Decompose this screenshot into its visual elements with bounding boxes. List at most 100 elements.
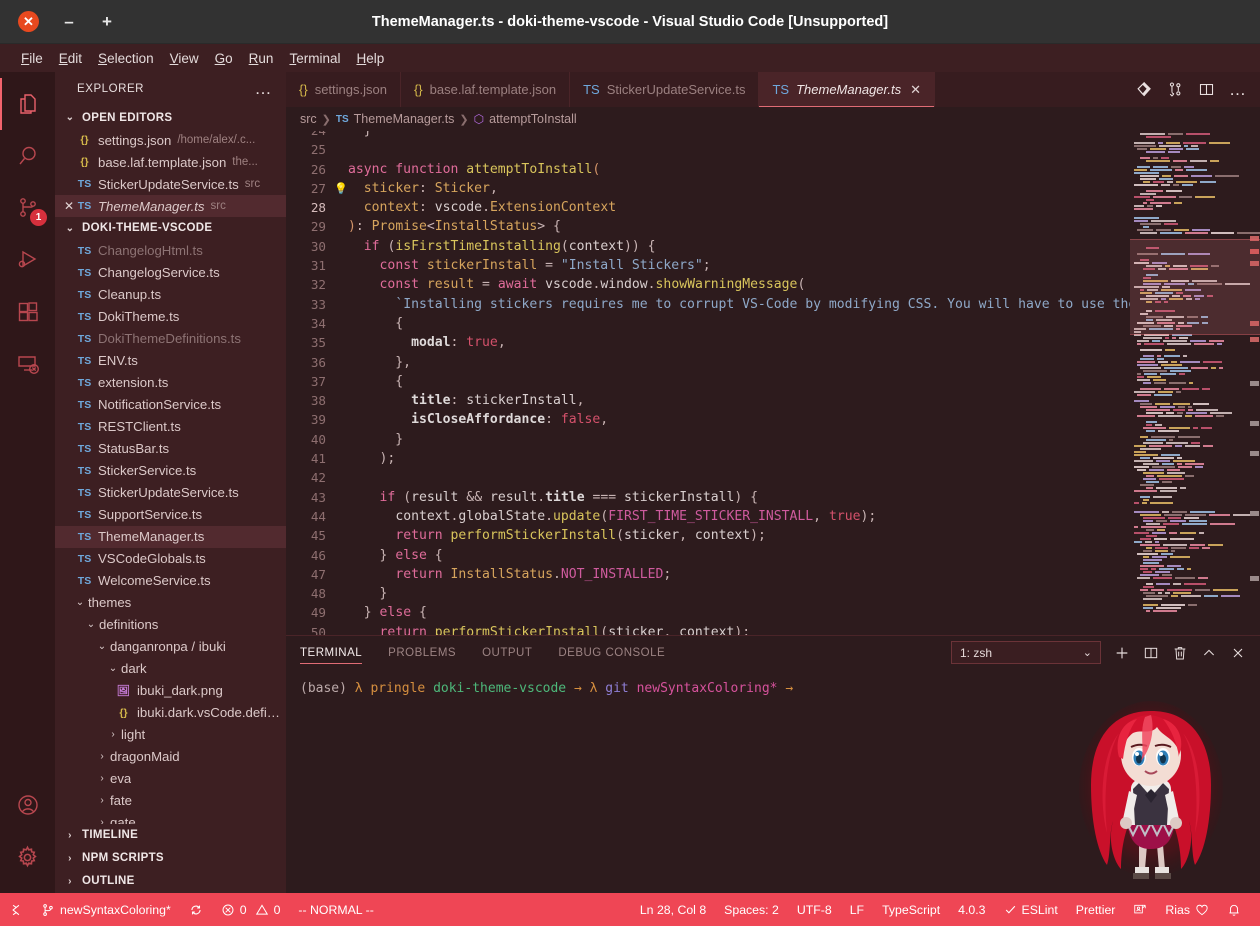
open-editors-section-header[interactable]: ⌄ OPEN EDITORS: [55, 106, 286, 129]
file-tree-item[interactable]: › gate: [55, 812, 286, 824]
breadcrumb-item[interactable]: attemptToInstall: [489, 112, 577, 126]
menu-go[interactable]: Go: [208, 49, 240, 68]
editor-minimap[interactable]: [1130, 131, 1260, 635]
file-tree-item[interactable]: TS NotificationService.ts: [55, 394, 286, 416]
panel-tab[interactable]: TERMINAL: [300, 636, 363, 669]
file-tree-item[interactable]: › light: [55, 724, 286, 746]
menu-run[interactable]: Run: [242, 49, 281, 68]
activity-explorer-icon[interactable]: [0, 78, 55, 130]
file-tree-item[interactable]: TS ChangelogHtml.ts: [55, 240, 286, 262]
project-section-header[interactable]: ⌄ DOKI-THEME-VSCODE: [55, 217, 286, 240]
explorer-more-icon[interactable]: …: [254, 80, 272, 97]
code-line[interactable]: 49 } else {: [286, 603, 1260, 622]
quick-fix-lightbulb-icon[interactable]: 💡: [334, 179, 348, 198]
doki-theme-icon[interactable]: [1136, 81, 1153, 98]
file-tree-item[interactable]: ⌄ dark: [55, 658, 286, 680]
editor-more-actions-icon[interactable]: …: [1229, 81, 1246, 98]
status-notifications[interactable]: [1218, 893, 1250, 926]
split-terminal-icon[interactable]: [1143, 645, 1159, 661]
close-panel-icon[interactable]: [1230, 645, 1246, 661]
panel-tab[interactable]: DEBUG CONSOLE: [558, 636, 665, 669]
status-remote-window[interactable]: [0, 893, 32, 926]
file-tree-item[interactable]: TS SupportService.ts: [55, 504, 286, 526]
status-prettier[interactable]: Prettier: [1067, 893, 1125, 926]
status-cursor-position[interactable]: Ln 28, Col 8: [631, 893, 715, 926]
code-line[interactable]: 24 }: [286, 131, 1260, 140]
activity-settings-gear-icon[interactable]: [0, 831, 55, 883]
code-line[interactable]: 42: [286, 468, 1260, 487]
code-line[interactable]: 41 );: [286, 449, 1260, 468]
terminal-output[interactable]: (base) λ pringle doki-theme-vscode → λ g…: [286, 669, 1260, 893]
file-tree-item[interactable]: TS VSCodeGlobals.ts: [55, 548, 286, 570]
status-language-mode[interactable]: TypeScript: [873, 893, 949, 926]
editor-tab[interactable]: {} settings.json: [286, 72, 401, 107]
activity-extensions-icon[interactable]: [0, 286, 55, 338]
file-tree-item[interactable]: TS DokiThemeDefinitions.ts: [55, 328, 286, 350]
maximize-window-button[interactable]: +: [99, 13, 115, 30]
editor-tab[interactable]: TS StickerUpdateService.ts: [570, 72, 760, 107]
file-tree-item[interactable]: TS StickerService.ts: [55, 460, 286, 482]
editor-tab[interactable]: TS ThemeManager.ts ✕: [759, 72, 936, 107]
file-tree-item[interactable]: › eva: [55, 768, 286, 790]
code-line[interactable]: 25: [286, 140, 1260, 159]
code-line[interactable]: 34 {: [286, 314, 1260, 333]
panel-tab[interactable]: PROBLEMS: [388, 636, 456, 669]
status-live-share[interactable]: [1124, 893, 1156, 926]
close-editor-icon[interactable]: ✕: [61, 199, 77, 213]
sidebar-section-outline[interactable]: › OUTLINE: [55, 870, 286, 893]
file-tree-item[interactable]: TS ChangelogService.ts: [55, 262, 286, 284]
status-problems[interactable]: 0 0: [212, 893, 290, 926]
code-line[interactable]: 28 context: vscode.ExtensionContext: [286, 198, 1260, 217]
menu-edit[interactable]: Edit: [52, 49, 89, 68]
file-tree-item[interactable]: TS extension.ts: [55, 372, 286, 394]
panel-tab[interactable]: OUTPUT: [482, 636, 532, 669]
source-control-compare-icon[interactable]: [1167, 81, 1184, 98]
editor-tab[interactable]: {} base.laf.template.json: [401, 72, 571, 107]
activity-search-icon[interactable]: [0, 130, 55, 182]
code-line[interactable]: 26 async function attemptToInstall(: [286, 160, 1260, 179]
status-typescript-version[interactable]: 4.0.3: [949, 893, 994, 926]
menu-view[interactable]: View: [163, 49, 206, 68]
file-tree-item[interactable]: TS RESTClient.ts: [55, 416, 286, 438]
file-tree-item[interactable]: ⌄ themes: [55, 592, 286, 614]
file-tree-item[interactable]: ⌄ danganronpa / ibuki: [55, 636, 286, 658]
file-tree-item[interactable]: TS StickerUpdateService.ts: [55, 482, 286, 504]
breadcrumb-item[interactable]: src: [300, 112, 317, 126]
file-tree-item[interactable]: TS WelcomeService.ts: [55, 570, 286, 592]
code-line[interactable]: 46 } else {: [286, 546, 1260, 565]
menu-file[interactable]: File: [14, 49, 50, 68]
breadcrumb-item[interactable]: ThemeManager.ts: [354, 112, 455, 126]
code-line[interactable]: 45 return performStickerInstall(sticker,…: [286, 526, 1260, 545]
file-tree-item[interactable]: TS Cleanup.ts: [55, 284, 286, 306]
code-lines[interactable]: 24 } 25 26async function attemptToInstall(…: [286, 131, 1260, 635]
status-sync[interactable]: [180, 893, 212, 926]
activity-remote-explorer-icon[interactable]: [0, 338, 55, 390]
file-tree-item[interactable]: {} ibuki.dark.vsCode.definit…: [55, 702, 286, 724]
code-line[interactable]: 50 return performStickerInstall(sticker,…: [286, 623, 1260, 635]
maximize-panel-chevron-up-icon[interactable]: [1201, 645, 1217, 661]
code-line[interactable]: 44 context.globalState.update(FIRST_TIME…: [286, 507, 1260, 526]
file-tree-item[interactable]: TS ENV.ts: [55, 350, 286, 372]
status-indentation[interactable]: Spaces: 2: [715, 893, 788, 926]
open-editor-item[interactable]: ✕ TS ThemeManager.ts src: [55, 195, 286, 218]
sidebar-section-timeline[interactable]: › TIMELINE: [55, 824, 286, 847]
code-line[interactable]: 36 },: [286, 353, 1260, 372]
code-line[interactable]: 31 const stickerInstall = "Install Stick…: [286, 256, 1260, 275]
menu-help[interactable]: Help: [349, 49, 391, 68]
code-line[interactable]: 38 title: stickerInstall,: [286, 391, 1260, 410]
code-line[interactable]: 43 if (result && result.title === sticke…: [286, 488, 1260, 507]
file-tree-item[interactable]: 🖼 ibuki_dark.png: [55, 680, 286, 702]
status-eslint[interactable]: ESLint: [995, 893, 1067, 926]
file-tree-item[interactable]: › dragonMaid: [55, 746, 286, 768]
file-tree-item[interactable]: ⌄ definitions: [55, 614, 286, 636]
open-editor-item[interactable]: {} base.laf.template.json the...: [55, 151, 286, 173]
open-editor-item[interactable]: TS StickerUpdateService.ts src: [55, 173, 286, 195]
split-editor-icon[interactable]: [1198, 81, 1215, 98]
status-eol[interactable]: LF: [841, 893, 873, 926]
code-line[interactable]: 47 return InstallStatus.NOT_INSTALLED;: [286, 565, 1260, 584]
status-doki-theme[interactable]: Rias: [1156, 893, 1218, 926]
sidebar-section-npm-scripts[interactable]: › NPM SCRIPTS: [55, 847, 286, 870]
code-line[interactable]: 39 isCloseAffordance: false,: [286, 410, 1260, 429]
menu-terminal[interactable]: Terminal: [282, 49, 347, 68]
code-line[interactable]: 40 }: [286, 430, 1260, 449]
